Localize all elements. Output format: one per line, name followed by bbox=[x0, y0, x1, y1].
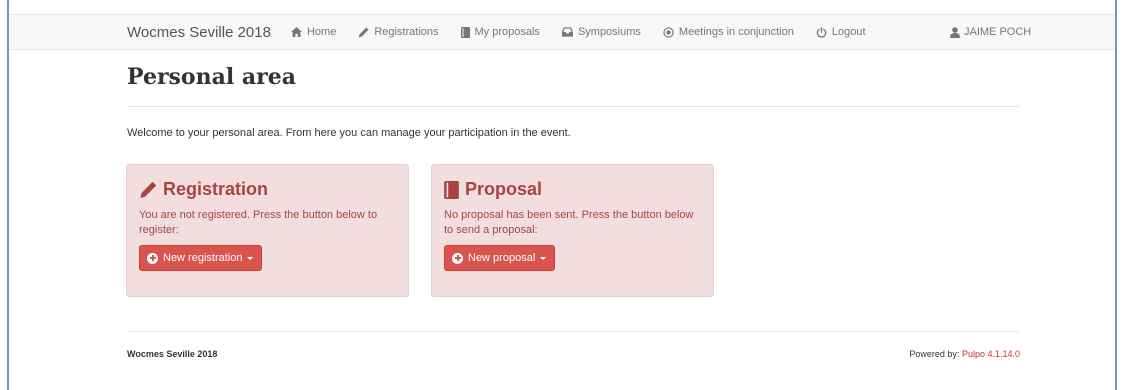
home-icon bbox=[291, 27, 302, 37]
nav-logout[interactable]: Logout bbox=[816, 26, 866, 38]
new-proposal-button[interactable]: New proposal bbox=[444, 245, 556, 271]
registration-title: Registration bbox=[163, 179, 269, 199]
powered-by-text: Powered by: bbox=[909, 349, 960, 359]
caret-down-icon bbox=[247, 256, 254, 260]
nav-registrations[interactable]: Registrations bbox=[358, 26, 439, 38]
user-menu[interactable]: JAIME POCH bbox=[950, 15, 1031, 49]
registration-panel: Registration You are not registered. Pre… bbox=[126, 164, 409, 297]
proposal-panel: Proposal No proposal has been sent. Pres… bbox=[431, 164, 714, 297]
footer-divider bbox=[127, 331, 1019, 332]
nav-meetings-label: Meetings in conjunction bbox=[678, 26, 794, 38]
user-name: JAIME POCH bbox=[964, 26, 1032, 38]
proposal-header: Proposal bbox=[444, 179, 542, 200]
nav-my-proposals[interactable]: My proposals bbox=[460, 26, 540, 38]
pencil-icon bbox=[359, 26, 369, 37]
nav-home-label: Home bbox=[306, 26, 337, 38]
nav-logout-label: Logout bbox=[831, 26, 866, 38]
new-proposal-label: New proposal bbox=[468, 252, 536, 264]
nav-home[interactable]: Home bbox=[291, 26, 336, 38]
inbox-icon bbox=[561, 27, 573, 37]
book-icon bbox=[460, 26, 470, 38]
registration-text: You are not registered. Press the button… bbox=[139, 209, 378, 236]
power-icon bbox=[816, 26, 827, 38]
pencil-icon bbox=[140, 181, 157, 198]
proposal-text: No proposal has been sent. Press the but… bbox=[444, 209, 694, 236]
nav-symposiums[interactable]: Symposiums bbox=[561, 26, 641, 38]
brand-link[interactable]: Wocmes Seville 2018 bbox=[127, 24, 271, 41]
plus-circle-icon bbox=[452, 252, 463, 264]
nav-meetings[interactable]: Meetings in conjunction bbox=[663, 26, 794, 38]
welcome-text: Welcome to your personal area. From here… bbox=[127, 127, 571, 139]
registration-header: Registration bbox=[139, 179, 268, 200]
footer-brand: Wocmes Seville 2018 bbox=[127, 349, 218, 359]
book-icon bbox=[444, 180, 459, 199]
caret-down-icon bbox=[540, 256, 547, 260]
proposal-title: Proposal bbox=[465, 179, 543, 199]
user-icon bbox=[950, 26, 960, 38]
plus-circle-icon bbox=[147, 252, 158, 264]
nav-symposiums-label: Symposiums bbox=[577, 26, 641, 38]
new-registration-label: New registration bbox=[163, 252, 243, 264]
footer-powered-by: Powered by: Pulpo 4.1.14.0 bbox=[880, 349, 1020, 359]
nav-my-proposals-label: My proposals bbox=[474, 26, 540, 38]
title-divider bbox=[127, 106, 1019, 107]
top-navbar: Wocmes Seville 2018 Home Registrations M… bbox=[9, 14, 1115, 50]
pulpo-link[interactable]: Pulpo 4.1.14.0 bbox=[962, 349, 1020, 359]
nav-registrations-label: Registrations bbox=[374, 26, 439, 38]
page-title: Personal area bbox=[127, 64, 296, 90]
record-icon bbox=[663, 26, 674, 38]
new-registration-button[interactable]: New registration bbox=[139, 245, 263, 271]
